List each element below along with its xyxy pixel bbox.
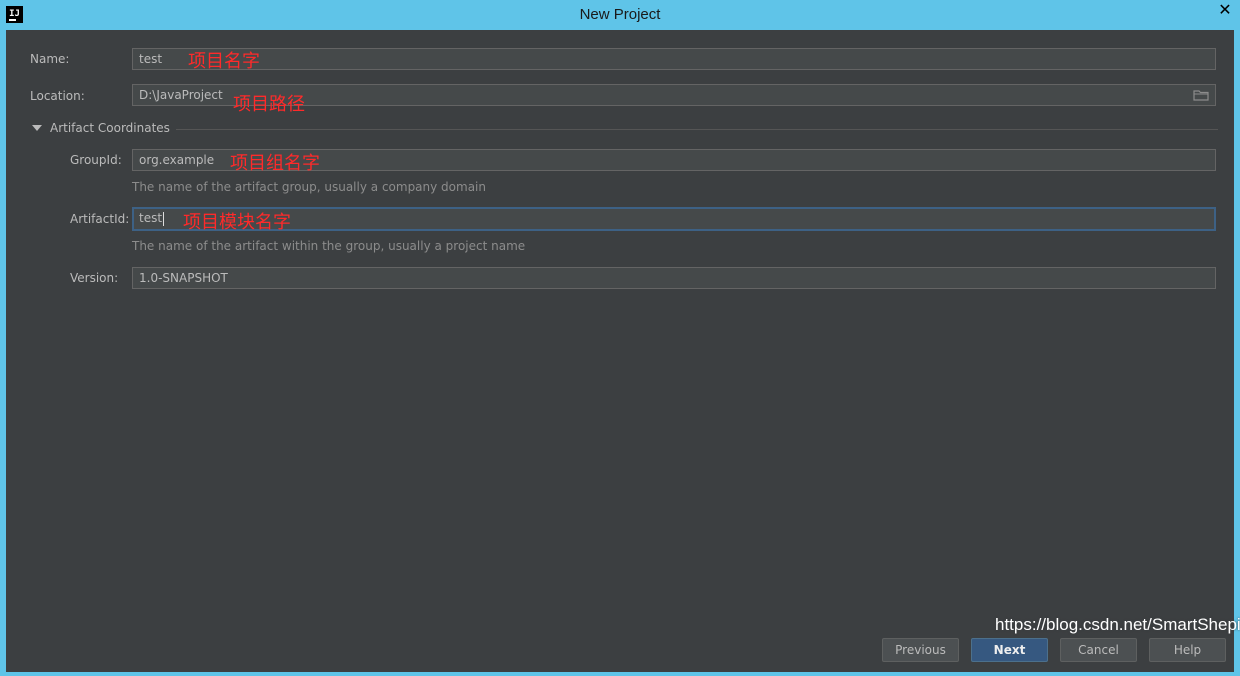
window-title: New Project [579,6,661,23]
collapse-triangle-icon[interactable] [32,125,42,131]
artifact-id-label: ArtifactId: [70,212,130,226]
location-value: D:\JavaProject [139,88,223,102]
version-input[interactable]: 1.0-SNAPSHOT [132,267,1216,289]
artifact-id-value: test [139,211,163,225]
name-input[interactable]: test [132,48,1216,70]
cancel-button[interactable]: Cancel [1060,638,1137,662]
new-project-window: IJ New Project ✕ Name: test 项目名字 Locatio… [0,0,1240,676]
name-label: Name: [30,52,70,66]
group-id-label: GroupId: [70,153,122,167]
artifact-coordinates-section: Artifact Coordinates [32,121,1218,137]
section-divider [176,129,1218,130]
group-id-input[interactable]: org.example [132,149,1216,171]
folder-icon[interactable] [1193,89,1209,101]
group-id-value: org.example [139,153,215,167]
title-bar: IJ New Project ✕ [0,0,1240,30]
previous-button[interactable]: Previous [882,638,959,662]
dialog-content: Name: test 项目名字 Location: D:\JavaProject… [6,30,1234,672]
name-value: test [139,52,163,66]
text-caret [163,211,165,226]
location-label: Location: [30,89,85,103]
version-label: Version: [70,271,119,285]
location-input[interactable]: D:\JavaProject [132,84,1216,106]
version-value: 1.0-SNAPSHOT [139,271,228,285]
artifact-id-hint: The name of the artifact within the grou… [132,239,526,253]
next-button[interactable]: Next [971,638,1048,662]
group-id-hint: The name of the artifact group, usually … [132,180,486,194]
help-button[interactable]: Help [1149,638,1226,662]
artifact-coordinates-label[interactable]: Artifact Coordinates [50,121,170,135]
close-button[interactable]: ✕ [1210,0,1240,22]
artifact-id-input[interactable]: test [132,207,1216,231]
